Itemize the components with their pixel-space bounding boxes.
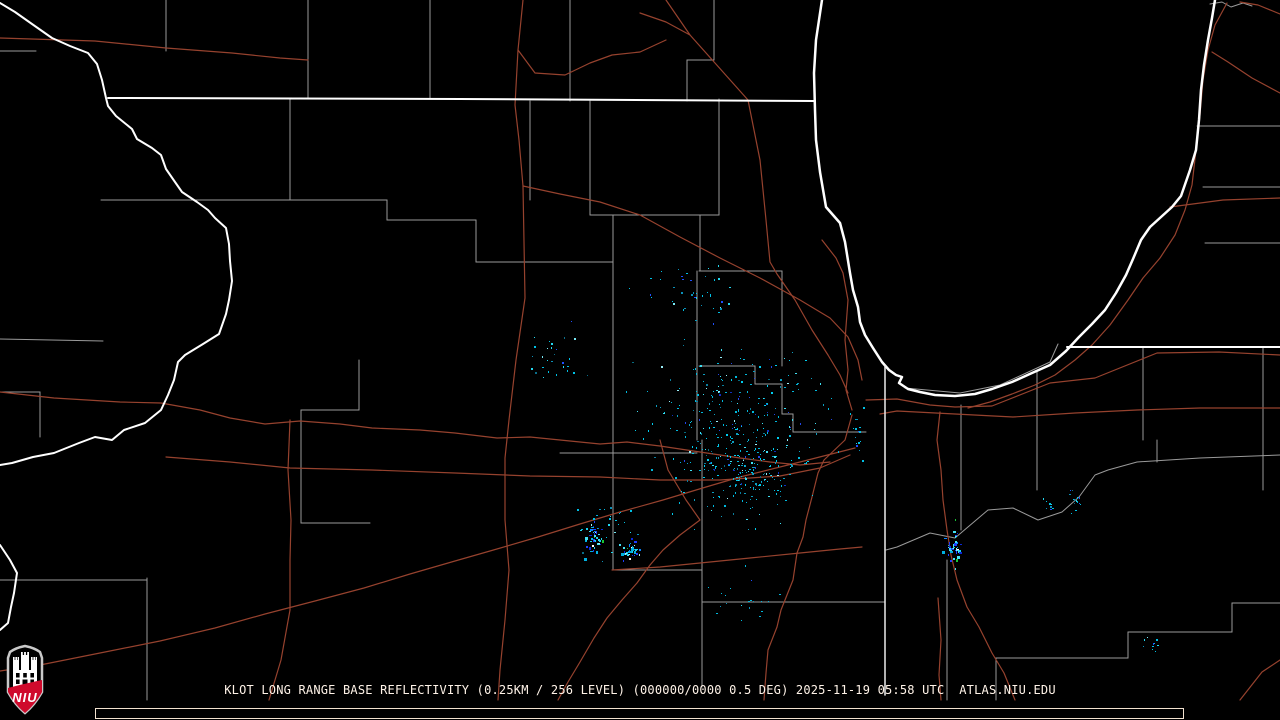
niu-logo-text: NIU bbox=[12, 690, 37, 705]
reflectivity-echoes bbox=[531, 265, 1159, 652]
radar-viewer: KLOT LONG RANGE BASE REFLECTIVITY (0.25K… bbox=[0, 0, 1280, 720]
radar-map bbox=[0, 0, 1280, 701]
colorbar-tick-labels bbox=[0, 696, 1280, 708]
state-borders bbox=[0, 0, 1280, 696]
reflectivity-colorbar bbox=[95, 708, 1184, 719]
niu-logo: NIU bbox=[6, 644, 44, 715]
